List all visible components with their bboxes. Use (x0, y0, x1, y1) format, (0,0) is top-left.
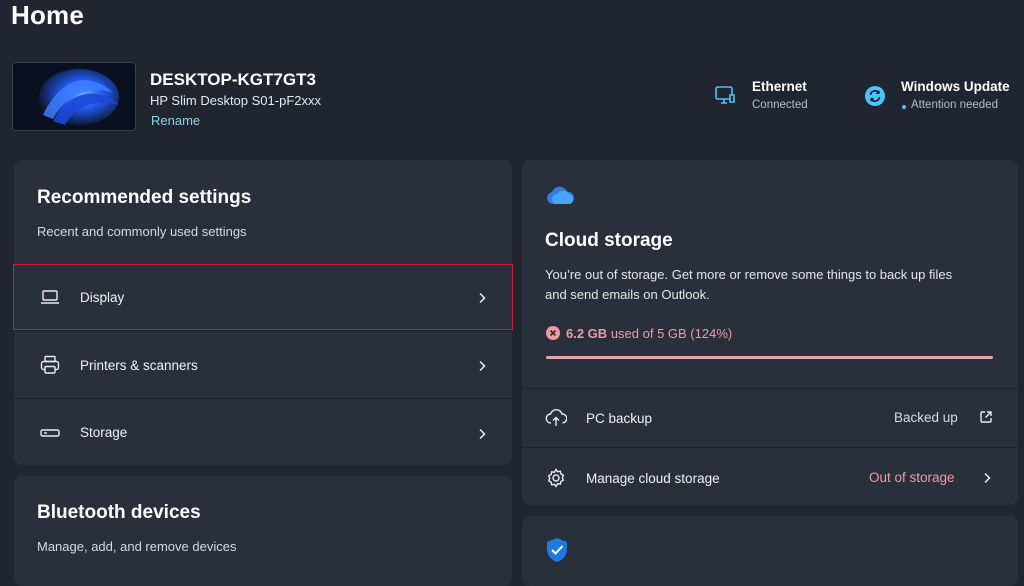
recommended-item-storage[interactable]: Storage (14, 400, 512, 465)
manage-cloud-storage-label: Manage cloud storage (586, 471, 720, 486)
printer-icon (38, 353, 62, 377)
ethernet-title: Ethernet (752, 79, 807, 94)
printers-label: Printers & scanners (80, 357, 198, 373)
pc-backup-row[interactable]: PC backup Backed up (522, 389, 1018, 447)
chevron-right-icon (476, 291, 488, 304)
device-name: DESKTOP-KGT7GT3 (150, 70, 316, 89)
storage-drive-icon (38, 421, 62, 445)
page-title: Home (11, 0, 85, 30)
cloud-storage-description-2: and send emails on Outlook. (545, 287, 710, 302)
device-model: HP Slim Desktop S01-pF2xxx (150, 93, 321, 108)
rename-link[interactable]: Rename (151, 113, 200, 128)
manage-cloud-storage-status: Out of storage (869, 470, 955, 485)
bluetooth-devices-title: Bluetooth devices (37, 502, 201, 523)
storage-usage-amount: 6.2 GB (566, 326, 608, 341)
recommended-settings-title: Recommended settings (37, 187, 252, 208)
bluetooth-devices-card[interactable] (14, 476, 512, 586)
cloud-icon (545, 185, 575, 210)
windows-update-subtitle: Attention needed (911, 99, 998, 111)
recommended-item-display[interactable]: Display (13, 264, 513, 330)
monitor-network-icon (714, 84, 736, 106)
chevron-right-icon (476, 427, 488, 439)
manage-cloud-storage-row[interactable]: Manage cloud storage Out of storage (522, 448, 1018, 505)
chevron-right-icon (476, 359, 488, 372)
ethernet-subtitle: Connected (752, 99, 808, 111)
windows-update-title: Windows Update (901, 79, 1010, 94)
error-icon (546, 326, 560, 340)
storage-progress-fill (546, 356, 993, 359)
row-divider (14, 398, 512, 399)
cloud-storage-description-1: You’re out of storage. Get more or remov… (545, 267, 953, 282)
display-label: Display (80, 289, 125, 305)
cloud-storage-title: Cloud storage (545, 230, 673, 251)
pc-backup-label: PC backup (586, 411, 653, 426)
storage-usage-text: 6.2 GB used of 5 GB (124%) (566, 326, 732, 341)
device-thumbnail (12, 62, 136, 131)
recommended-item-printers[interactable]: Printers & scanners (14, 332, 512, 398)
cloud-upload-icon (545, 407, 568, 434)
storage-label: Storage (80, 425, 128, 440)
storage-usage-rest: used of 5 GB (124%) (610, 326, 733, 341)
storage-progress-bar (546, 356, 993, 359)
shield-check-icon (545, 537, 569, 568)
sync-icon (864, 85, 886, 107)
attention-dot (902, 105, 906, 109)
bluetooth-devices-subtitle: Manage, add, and remove devices (37, 539, 237, 554)
chevron-right-icon (981, 471, 993, 489)
pc-backup-status: Backed up (894, 410, 958, 425)
gear-icon (545, 467, 567, 494)
row-divider (14, 330, 512, 331)
laptop-icon (38, 285, 62, 309)
open-external-icon[interactable] (979, 410, 993, 429)
recommended-settings-subtitle: Recent and commonly used settings (37, 224, 247, 239)
